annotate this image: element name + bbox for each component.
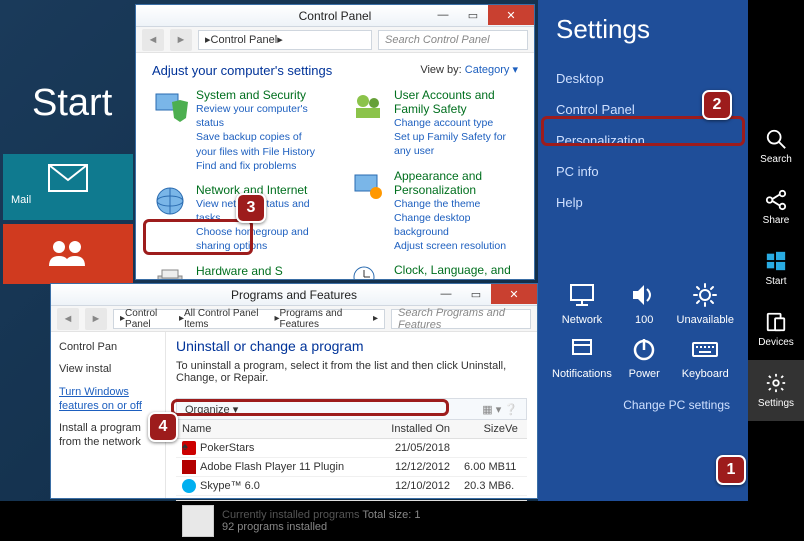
tile-people[interactable] xyxy=(3,224,133,284)
cp-heading: Adjust your computer's settings xyxy=(152,63,332,78)
settings-pane: Settings Desktop Control Panel Personali… xyxy=(538,0,748,501)
quick-network[interactable]: Network xyxy=(552,282,612,326)
sidebar-updates[interactable]: View instal xyxy=(59,362,157,376)
cp-titlebar[interactable]: Control Panel — ▭ ✕ xyxy=(136,5,534,27)
quick-volume-label: 100 xyxy=(635,314,653,326)
cp-address-bar: ◄ ► ▸ Control Panel ▸ Search Control Pan… xyxy=(136,27,534,53)
quick-notifications-label: Notifications xyxy=(552,368,612,380)
nav-forward[interactable]: ► xyxy=(85,308,107,330)
shield-monitor-icon xyxy=(152,88,188,124)
cp-title: Control Panel xyxy=(299,9,372,23)
cp-viewby[interactable]: View by: Category ▾ xyxy=(420,63,518,78)
settings-item-control-panel[interactable]: Control Panel xyxy=(538,94,748,125)
hdr-v[interactable]: Ve xyxy=(505,423,521,435)
hdr-date[interactable]: Installed On xyxy=(370,423,450,435)
sidebar-network-install[interactable]: Install a program from the network xyxy=(59,421,157,450)
cat-network[interactable]: Network and Internet View network status… xyxy=(152,183,320,254)
pf-breadcrumb[interactable]: ▸ Control Panel ▸ All Control Panel Item… xyxy=(113,309,385,329)
quick-volume[interactable]: 100 xyxy=(622,282,667,326)
globe-icon xyxy=(152,183,188,219)
pf-titlebar[interactable]: Programs and Features — ▭ ✕ xyxy=(51,284,537,306)
nav-back[interactable]: ◄ xyxy=(142,29,164,51)
charm-search[interactable]: Search xyxy=(748,116,804,177)
cat-hardware[interactable]: Hardware and S View devices and p Add a … xyxy=(152,264,320,279)
pokerstars-icon: ♠ xyxy=(182,441,196,455)
quick-brightness-label: Unavailable xyxy=(677,314,734,326)
minimize-button[interactable]: — xyxy=(428,5,458,25)
charm-settings-label: Settings xyxy=(758,398,794,409)
settings-item-personalization[interactable]: Personalization xyxy=(538,125,748,156)
monitor-paint-icon xyxy=(350,169,386,205)
table-row[interactable]: Adobe Flash Player 11 Plugin 12/12/2012 … xyxy=(176,458,527,477)
clock-globe-icon xyxy=(350,263,386,279)
pf-heading: Uninstall or change a program xyxy=(176,338,527,354)
pf-toolbar: Organize ▾ ▦ ▾ ❔ xyxy=(176,398,527,420)
charm-devices[interactable]: Devices xyxy=(748,299,804,360)
settings-item-desktop[interactable]: Desktop xyxy=(538,63,748,94)
sidebar-home[interactable]: Control Pan xyxy=(59,340,157,354)
maximize-button[interactable]: ▭ xyxy=(458,5,488,25)
change-pc-settings-link[interactable]: Change PC settings xyxy=(538,390,748,420)
charms-bar: Search Share Start Devices Settings xyxy=(748,0,804,501)
charm-start[interactable]: Start xyxy=(748,238,804,299)
charm-devices-label: Devices xyxy=(758,337,794,348)
charm-start-label: Start xyxy=(765,276,786,287)
skype-icon xyxy=(182,479,196,493)
sidebar-windows-features[interactable]: Turn Windows features on or off xyxy=(59,385,157,414)
cat-system-security[interactable]: System and Security Review your computer… xyxy=(152,88,320,173)
cat-appearance[interactable]: Appearance and Personalization Change th… xyxy=(350,169,518,254)
start-label: Start xyxy=(32,82,112,125)
users-icon xyxy=(350,88,386,124)
charm-share-label: Share xyxy=(763,215,790,226)
flash-icon xyxy=(182,460,196,474)
quick-keyboard-label: Keyboard xyxy=(682,368,729,380)
minimize-button[interactable]: — xyxy=(431,284,461,304)
tile-mail[interactable]: Mail xyxy=(3,154,133,220)
hdr-size[interactable]: Size xyxy=(450,423,505,435)
organize-button[interactable]: Organize ▾ xyxy=(185,403,238,416)
control-panel-window: Control Panel — ▭ ✕ ◄ ► ▸ Control Panel … xyxy=(135,4,535,280)
tile-mail-label: Mail xyxy=(3,192,133,208)
programs-features-window: Programs and Features — ▭ ✕ ◄ ► ▸ Contro… xyxy=(50,283,538,499)
charm-share[interactable]: Share xyxy=(748,177,804,238)
close-button[interactable]: ✕ xyxy=(491,284,537,304)
hdr-name[interactable]: Name xyxy=(182,423,370,435)
charm-search-label: Search xyxy=(760,154,792,165)
quick-keyboard[interactable]: Keyboard xyxy=(677,336,734,380)
quick-notifications[interactable]: Notifications xyxy=(552,336,612,380)
quick-brightness[interactable]: Unavailable xyxy=(677,282,734,326)
table-row[interactable]: Skype™ 6.0 12/10/2012 20.3 MB 6. xyxy=(176,477,527,496)
pf-footer: Currently installed programs Total size:… xyxy=(176,500,527,541)
pf-list-header: Name Installed On Size Ve xyxy=(176,420,527,439)
maximize-button[interactable]: ▭ xyxy=(461,284,491,304)
table-row[interactable]: ♠PokerStars 21/05/2018 xyxy=(176,439,527,458)
cp-search-input[interactable]: Search Control Panel xyxy=(378,30,528,50)
cat-user-accounts[interactable]: User Accounts and Family Safety Change a… xyxy=(350,88,518,159)
settings-item-pcinfo[interactable]: PC info xyxy=(538,156,748,187)
nav-back[interactable]: ◄ xyxy=(57,308,79,330)
cat-clock[interactable]: Clock, Language, and Region Add a langua… xyxy=(350,263,518,279)
charm-settings[interactable]: Settings xyxy=(748,360,804,421)
nav-forward[interactable]: ► xyxy=(170,29,192,51)
quick-network-label: Network xyxy=(562,314,602,326)
printer-icon xyxy=(152,264,188,279)
cp-breadcrumb[interactable]: ▸ Control Panel ▸ xyxy=(198,30,372,50)
settings-title: Settings xyxy=(538,0,748,63)
quick-power-label: Power xyxy=(629,368,660,380)
pf-address-bar: ◄ ► ▸ Control Panel ▸ All Control Panel … xyxy=(51,306,537,332)
pf-search-input[interactable]: Search Programs and Features xyxy=(391,309,531,329)
close-button[interactable]: ✕ xyxy=(488,5,534,25)
quick-power[interactable]: Power xyxy=(622,336,667,380)
settings-item-help[interactable]: Help xyxy=(538,187,748,218)
pf-sidebar: Control Pan View instal Turn Windows fea… xyxy=(51,332,166,498)
pf-title: Programs and Features xyxy=(231,288,357,302)
box-icon xyxy=(182,505,214,537)
pf-instruction: To uninstall a program, select it from t… xyxy=(176,360,527,384)
